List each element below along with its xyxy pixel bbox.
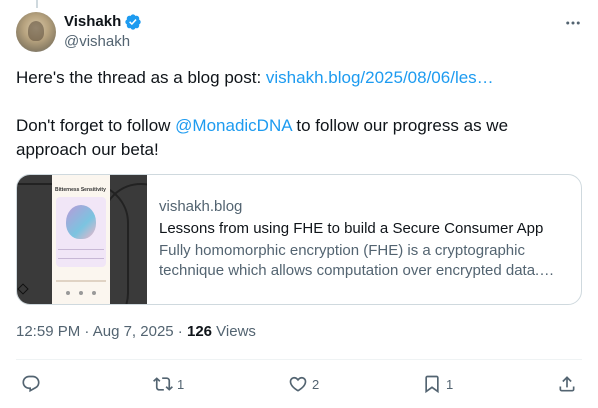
bookmark-count: 1: [446, 376, 454, 392]
views-count[interactable]: 126: [187, 323, 212, 340]
share-button[interactable]: [557, 372, 577, 396]
link-preview-title: Lessons from using FHE to build a Secure…: [159, 220, 544, 237]
more-options-icon[interactable]: [564, 14, 582, 32]
tweet-paragraph-2: Don't forget to follow @MonadicDNA to fo…: [16, 114, 576, 162]
link-preview-domain: vishakh.blog: [159, 198, 243, 215]
like-button[interactable]: 2: [288, 372, 319, 396]
avatar[interactable]: [16, 12, 56, 52]
actions-divider: [16, 359, 582, 360]
thread-connector-line: [36, 0, 38, 8]
views-label[interactable]: Views: [212, 323, 256, 340]
link-preview-card[interactable]: Bitterness Sensitivity vishakh.blog Less…: [16, 174, 582, 305]
thumbnail-nav-dot: [66, 291, 70, 295]
mention-link[interactable]: @MonadicDNA: [175, 116, 291, 135]
tweet-date[interactable]: Aug 7, 2025: [93, 323, 174, 340]
bookmark-button[interactable]: 1: [422, 372, 453, 396]
author-display-name[interactable]: Vishakh: [64, 12, 121, 32]
repost-count: 1: [177, 376, 185, 392]
avatar-figure: [28, 21, 44, 41]
repost-icon: [153, 377, 173, 391]
author-names: Vishakh @vishakh: [64, 12, 142, 52]
tweet-time[interactable]: 12:59 PM: [16, 323, 80, 340]
reply-icon: [22, 375, 40, 393]
thumbnail-shield-icon: [66, 205, 96, 239]
thumbnail-text-lines: [58, 249, 104, 259]
thumbnail-screen-title: Bitterness Sensitivity: [55, 187, 106, 193]
tweet-paragraph-1: Here's the thread as a blog post: vishak…: [16, 66, 576, 90]
repost-button[interactable]: 1: [153, 372, 184, 396]
bookmark-icon: [425, 375, 439, 394]
tweet-text-follow-prefix: Don't forget to follow: [16, 116, 176, 135]
heart-icon: [289, 376, 307, 392]
verified-badge-icon[interactable]: [124, 13, 142, 31]
link-preview-thumbnail: Bitterness Sensitivity: [17, 175, 147, 304]
reply-button[interactable]: [21, 372, 45, 396]
author-display-name-row[interactable]: Vishakh: [64, 12, 142, 32]
link-preview-description: Fully homomorphic encryption (FHE) is a …: [159, 242, 555, 279]
tweet-text: Here's the thread as a blog post: vishak…: [16, 66, 576, 186]
blog-post-link[interactable]: vishakh.blog/2025/08/06/les…: [266, 68, 494, 87]
tweet-meta: 12:59 PM · Aug 7, 2025 · 126 Views: [16, 322, 256, 342]
meta-separator: ·: [173, 323, 187, 340]
action-bar: 1 2 1: [16, 372, 582, 396]
link-preview-text: vishakh.blog Lessons from using FHE to b…: [159, 197, 571, 281]
tweet-header: Vishakh @vishakh: [16, 12, 582, 52]
tweet-text-prefix: Here's the thread as a blog post:: [16, 68, 266, 87]
share-icon: [559, 376, 575, 392]
thumbnail-phone-screen: Bitterness Sensitivity: [52, 175, 110, 304]
author-handle[interactable]: @vishakh: [64, 32, 142, 52]
thumbnail-nav-dot: [92, 291, 96, 295]
meta-separator: ·: [80, 323, 93, 340]
thumbnail-bottom-bar: [56, 280, 106, 282]
like-count: 2: [312, 376, 320, 392]
thumbnail-nav-dot: [79, 291, 83, 295]
